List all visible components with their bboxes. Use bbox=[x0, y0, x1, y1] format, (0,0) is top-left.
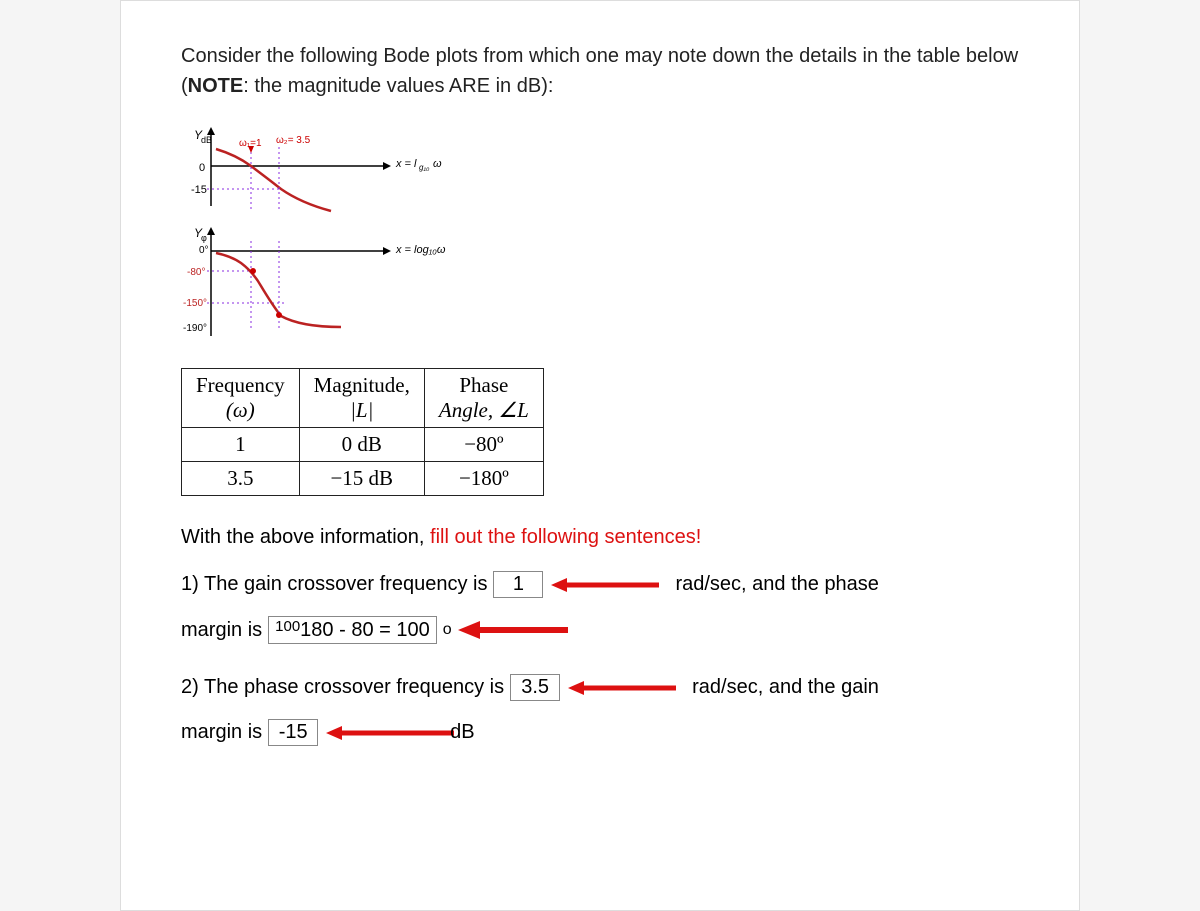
cell-mag: 0 dB bbox=[299, 428, 424, 462]
th-magnitude: Magnitude, |L| bbox=[299, 369, 424, 428]
svg-text:-150°: -150° bbox=[183, 298, 207, 309]
instruction-emph: fill out the following sentences! bbox=[430, 526, 701, 548]
arrow-icon bbox=[324, 724, 444, 742]
phase-plot: Yφ 0° -80° -150° -190° x = log₁₀ω bbox=[183, 226, 446, 336]
degree-symbol: o bbox=[443, 621, 452, 639]
instruction-prefix: With the above information, bbox=[181, 526, 430, 548]
svg-text:-190°: -190° bbox=[183, 323, 207, 334]
svg-text:0: 0 bbox=[199, 162, 205, 174]
cell-freq: 3.5 bbox=[182, 462, 300, 496]
svg-text:g₁₀: g₁₀ bbox=[419, 163, 430, 172]
q2-gain-margin-input[interactable]: -15 bbox=[268, 719, 318, 746]
cell-freq: 1 bbox=[182, 428, 300, 462]
q1-label: 1) The gain crossover frequency is bbox=[181, 573, 487, 596]
bode-table: Frequency (ω) Magnitude, |L| Phase Angle… bbox=[181, 368, 544, 496]
q1-unit1: rad/sec, and the phase bbox=[675, 573, 878, 596]
magnitude-plot: YdB 0 -15 ω₁=1 ω₂= 3.5 x = l g₁₀ ω bbox=[191, 127, 442, 211]
arrow-icon bbox=[549, 576, 669, 594]
intro-bold: NOTE bbox=[188, 75, 244, 97]
q2-unit1: rad/sec, and the gain bbox=[692, 676, 879, 699]
intro-text: Consider the following Bode plots from w… bbox=[181, 41, 1019, 101]
q1-line1: 1) The gain crossover frequency is 1 rad… bbox=[181, 571, 1019, 598]
q2-line1: 2) The phase crossover frequency is 3.5 … bbox=[181, 674, 1019, 701]
q1-label2: margin is bbox=[181, 619, 262, 642]
table-row: 1 0 dB −80º bbox=[182, 428, 544, 462]
th-phase: Phase Angle, ∠L bbox=[424, 369, 543, 428]
cell-phase: −80º bbox=[424, 428, 543, 462]
svg-text:ω₂= 3.5: ω₂= 3.5 bbox=[276, 135, 311, 146]
q2-phase-crossover-input[interactable]: 3.5 bbox=[510, 674, 560, 701]
svg-text:dB: dB bbox=[201, 135, 212, 145]
q2-label: 2) The phase crossover frequency is bbox=[181, 676, 504, 699]
q1-blank2-main: 180 - 80 = 100 bbox=[300, 619, 430, 641]
bode-plot-sketch: YdB 0 -15 ω₁=1 ω₂= 3.5 x = l g₁₀ ω bbox=[181, 121, 1019, 356]
svg-text:-80°: -80° bbox=[187, 267, 205, 278]
q2-line2: margin is -15 dB bbox=[181, 719, 1019, 746]
arrow-icon bbox=[458, 621, 578, 639]
cell-phase: −180º bbox=[424, 462, 543, 496]
q2-label2: margin is bbox=[181, 721, 262, 744]
table-row: 3.5 −15 dB −180º bbox=[182, 462, 544, 496]
instruction: With the above information, fill out the… bbox=[181, 526, 1019, 549]
arrow-icon bbox=[566, 679, 686, 697]
q1-blank2-sup: 100 bbox=[275, 618, 300, 635]
svg-text:ω: ω bbox=[433, 158, 442, 170]
intro-part2: : the magnitude values ARE in dB): bbox=[243, 75, 553, 97]
svg-text:-15: -15 bbox=[191, 184, 207, 196]
svg-text:x = log₁₀ω: x = log₁₀ω bbox=[395, 244, 446, 256]
svg-text:x = l: x = l bbox=[395, 158, 417, 170]
svg-text:φ: φ bbox=[201, 233, 207, 243]
q2-unit2: dB bbox=[450, 721, 474, 744]
th-frequency: Frequency (ω) bbox=[182, 369, 300, 428]
q1-gain-crossover-input[interactable]: 1 bbox=[493, 571, 543, 598]
cell-mag: −15 dB bbox=[299, 462, 424, 496]
q1-phase-margin-input[interactable]: 100180 - 80 = 100 bbox=[268, 616, 437, 644]
svg-text:0°: 0° bbox=[199, 245, 209, 256]
q1-line2: margin is 100180 - 80 = 100 o bbox=[181, 616, 1019, 644]
